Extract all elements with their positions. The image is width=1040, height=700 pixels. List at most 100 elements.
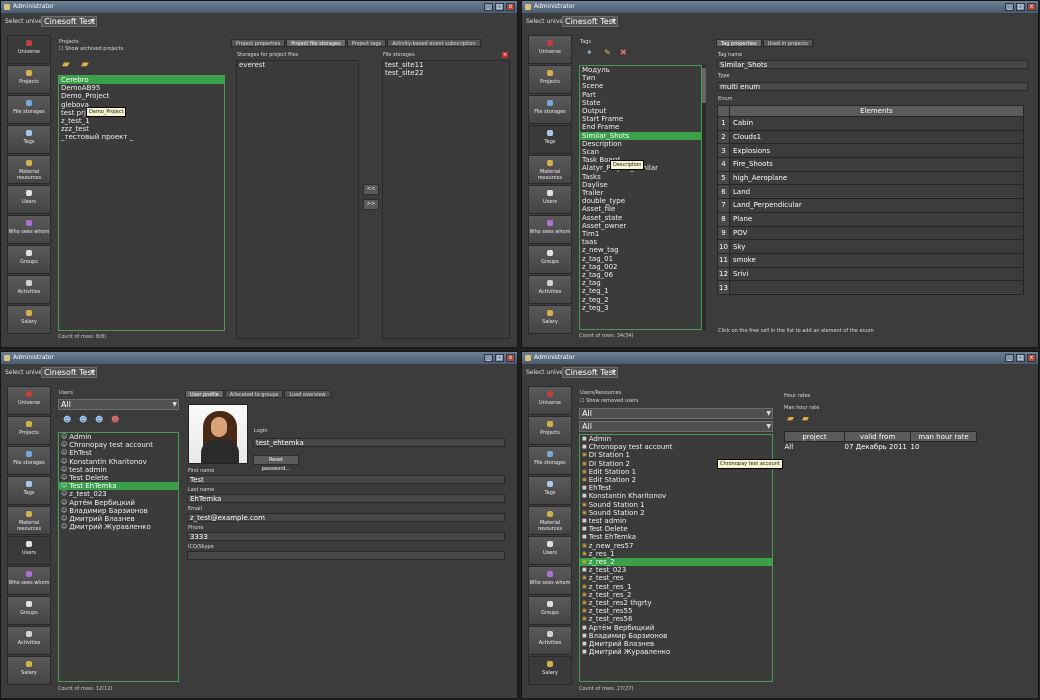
- list-item[interactable]: Test EhTemka: [580, 533, 772, 541]
- table-row[interactable]: 2 Clouds1: [717, 129, 1024, 145]
- move-right-button[interactable]: >>: [363, 199, 379, 210]
- delete-tag-icon[interactable]: ✖: [620, 48, 627, 57]
- nav-material-resources[interactable]: Material resources: [7, 506, 51, 535]
- nav-universe[interactable]: Universe: [528, 386, 572, 415]
- tags-scrollbar[interactable]: [701, 65, 706, 330]
- rate-cell[interactable]: 10: [911, 442, 977, 453]
- list-item[interactable]: z_teg_1: [580, 287, 705, 295]
- nav-file-storages[interactable]: File storages: [7, 95, 51, 124]
- tab-project-tags[interactable]: Project tags: [346, 39, 387, 47]
- list-item[interactable]: z_test_023: [59, 490, 178, 498]
- list-item[interactable]: Test Delete: [580, 525, 772, 533]
- list-item[interactable]: Tasks: [580, 173, 705, 181]
- enum-cell[interactable]: [729, 280, 1024, 295]
- nav-material-resources[interactable]: Material resources: [528, 155, 572, 184]
- nav-who-sees-whom[interactable]: Who sees whom: [7, 566, 51, 595]
- list-item[interactable]: z_test_res2 thgrty: [580, 599, 772, 607]
- phone-input[interactable]: 3333: [187, 532, 505, 541]
- nav-universe[interactable]: Universe: [7, 386, 51, 415]
- table-row[interactable]: 11 smoke: [717, 252, 1024, 268]
- nav-projects[interactable]: Projects: [528, 65, 572, 94]
- list-item[interactable]: Тип: [580, 74, 705, 82]
- close-button[interactable]: x: [506, 354, 515, 362]
- list-item[interactable]: Артём Вербицкий: [580, 624, 772, 632]
- list-item[interactable]: Daylise: [580, 181, 705, 189]
- list-item[interactable]: End Frame: [580, 123, 705, 131]
- user-import-icon[interactable]: ☻: [79, 415, 87, 424]
- enum-cell[interactable]: Sky: [729, 239, 1024, 254]
- nav-file-storages[interactable]: File storages: [7, 446, 51, 475]
- tab-tag-properties[interactable]: Tag properties: [716, 39, 762, 47]
- list-item[interactable]: Chronopay test account: [59, 441, 178, 449]
- list-item[interactable]: Asset_owner: [580, 222, 705, 230]
- list-item[interactable]: Part: [580, 91, 705, 99]
- table-row[interactable]: 10 Sky: [717, 239, 1024, 254]
- list-item[interactable]: Konstantin Kharitonov: [580, 492, 772, 500]
- universe-select[interactable]: Cinesoft Test ▼: [562, 16, 618, 27]
- list-item[interactable]: Similar_Shots: [580, 131, 705, 140]
- list-item[interactable]: Edit Station 1: [580, 468, 772, 476]
- avatar[interactable]: [188, 404, 248, 464]
- nav-groups[interactable]: Groups: [7, 596, 51, 625]
- nav-users[interactable]: Users: [528, 185, 572, 214]
- table-row[interactable]: 5 high_Aeroplane: [717, 170, 1024, 186]
- list-item[interactable]: z_test_res_1: [580, 583, 772, 591]
- enum-cell[interactable]: Fire_Shoots: [729, 157, 1024, 172]
- nav-activities[interactable]: Activities: [528, 626, 572, 655]
- list-item[interactable]: Chronopay test account: [580, 443, 772, 451]
- nav-activities[interactable]: Activities: [7, 275, 51, 304]
- enum-cell[interactable]: Cabin: [729, 116, 1024, 131]
- nav-universe[interactable]: Universe: [7, 35, 51, 64]
- nav-file-storages[interactable]: File storages: [528, 446, 572, 475]
- maximize-button[interactable]: □: [495, 354, 504, 362]
- table-row[interactable]: 7 Land_Perpendicular: [717, 198, 1024, 213]
- list-item[interactable]: Scene: [580, 82, 705, 90]
- list-item[interactable]: z_test_1: [59, 117, 224, 125]
- tab-load-overview[interactable]: Load overview: [284, 390, 331, 398]
- enum-cell[interactable]: Land: [729, 184, 1024, 200]
- rate-cell[interactable]: All: [785, 442, 845, 453]
- list-item[interactable]: everest: [237, 61, 358, 69]
- icq-input[interactable]: [187, 551, 505, 560]
- file-storages-list[interactable]: test_site11 test_site22: [382, 60, 510, 339]
- list-item[interactable]: State: [580, 99, 705, 107]
- list-item[interactable]: Output: [580, 107, 705, 115]
- list-item[interactable]: z_tag: [580, 279, 705, 287]
- list-item[interactable]: Konstantin Kharitonov: [59, 458, 178, 466]
- enum-table[interactable]: Elements 1 Cabin 2 Clouds1 3 Explosions 4 Fire_S…: [717, 105, 1024, 295]
- show-archived-checkbox[interactable]: ☐ Show archived projects: [59, 46, 123, 52]
- universe-select[interactable]: Cinesoft Test ▼: [41, 16, 97, 27]
- nav-projects[interactable]: Projects: [7, 65, 51, 94]
- first-name-input[interactable]: Test: [187, 475, 505, 484]
- list-item[interactable]: EhTest: [59, 449, 178, 457]
- list-item[interactable]: z_test_res56: [580, 615, 772, 623]
- list-item[interactable]: z_res_1: [580, 550, 772, 558]
- add-user-icon[interactable]: ☻: [63, 415, 71, 424]
- list-item[interactable]: Дмитрий Влазнев: [580, 640, 772, 648]
- list-item[interactable]: Admin: [59, 433, 178, 441]
- list-item[interactable]: Test Delete: [59, 474, 178, 482]
- rate-header[interactable]: project: [784, 431, 845, 442]
- table-row[interactable]: 13: [717, 280, 1024, 295]
- nav-who-sees-whom[interactable]: Who sees whom: [7, 215, 51, 244]
- maximize-button[interactable]: □: [1016, 354, 1025, 362]
- rate-header[interactable]: valid from: [844, 431, 911, 442]
- last-name-input[interactable]: EhTemka: [187, 494, 505, 503]
- nav-activities[interactable]: Activities: [528, 275, 572, 304]
- list-item[interactable]: z_teg_2: [580, 296, 705, 304]
- add-rate-icon[interactable]: ▰: [787, 414, 794, 424]
- tab-used-in-projects[interactable]: Used in projects: [762, 39, 813, 47]
- nav-groups[interactable]: Groups: [7, 245, 51, 274]
- rates-table[interactable]: project valid from man hour rate All 07 Дека…: [784, 431, 977, 453]
- close-button[interactable]: x: [1027, 3, 1036, 11]
- table-row[interactable]: 6 Land: [717, 184, 1024, 200]
- reset-password-button[interactable]: Reset password...: [253, 455, 299, 472]
- nav-salary[interactable]: Salary: [7, 305, 51, 334]
- nav-groups[interactable]: Groups: [528, 596, 572, 625]
- minimize-button[interactable]: _: [1005, 3, 1014, 11]
- minimize-button[interactable]: _: [484, 354, 493, 362]
- enum-cell[interactable]: smoke: [729, 252, 1024, 268]
- nav-activities[interactable]: Activities: [7, 626, 51, 655]
- add-tag-icon[interactable]: ✦: [586, 48, 593, 57]
- universe-select[interactable]: Cinesoft Test ▼: [562, 367, 618, 378]
